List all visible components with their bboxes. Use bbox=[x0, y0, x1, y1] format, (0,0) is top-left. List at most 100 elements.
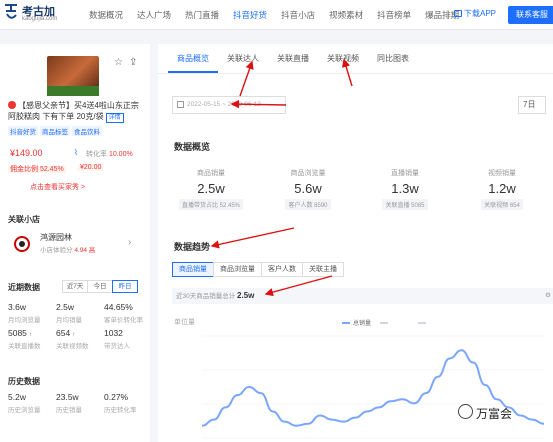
nav-item[interactable]: 抖音榜单 bbox=[370, 0, 418, 30]
nav-item[interactable]: 抖音好货 bbox=[226, 0, 274, 30]
stat-label: 月均销量 bbox=[56, 317, 82, 324]
settings-icon[interactable]: ⚙ bbox=[545, 288, 551, 304]
shop-stats: 小店体验分 4.94 高 bbox=[40, 244, 95, 254]
overview-value: 1.2w bbox=[488, 181, 516, 196]
detail-link[interactable]: 详情 bbox=[105, 113, 124, 123]
stat-label: 月均浏览量 bbox=[8, 317, 41, 324]
hot-tag-icon bbox=[8, 101, 16, 109]
stat-label: 关联视频数 bbox=[56, 343, 89, 350]
overview-value: 1.3w bbox=[391, 181, 419, 196]
date-range-picker[interactable]: 2022-05-15 ~ 2022-06-13 bbox=[172, 96, 286, 114]
shop-name[interactable]: 鸿源园林 bbox=[40, 232, 72, 243]
recent-range-tabs: 近7天 今日 昨日 bbox=[62, 280, 138, 293]
wechat-icon bbox=[458, 404, 473, 419]
price-tag: ¥20.00 bbox=[78, 164, 104, 171]
stat-cell: 44.65% 客单价转化率 bbox=[104, 302, 150, 324]
main-tab[interactable]: 关联达人 bbox=[218, 44, 268, 73]
buyer-show-link[interactable]: 点击查看买家秀 > bbox=[30, 182, 85, 192]
overview-value: 5.6w bbox=[294, 181, 322, 196]
stat-value: 3.6w bbox=[8, 302, 54, 312]
stat-label: 历史浏览量 bbox=[8, 407, 41, 414]
trend-chart-icon[interactable]: ⌇ bbox=[74, 148, 78, 157]
share-icon[interactable]: ⇪ bbox=[129, 57, 137, 68]
stat-value: 23.5w bbox=[56, 392, 102, 402]
overview-value: 2.5w bbox=[197, 181, 225, 196]
overview-label: 视频销量 bbox=[488, 170, 516, 177]
overview-label: 商品销量 bbox=[197, 170, 225, 177]
stat-cell: 2.5w 月均销量 bbox=[56, 302, 102, 324]
nav-item[interactable]: 抖音小店 bbox=[274, 0, 322, 30]
nav-item[interactable]: 视频素材 bbox=[322, 0, 370, 30]
product-price: ¥149.00 bbox=[10, 148, 43, 158]
product-label: 商品标签 bbox=[40, 126, 70, 136]
shop-avatar[interactable] bbox=[14, 236, 30, 252]
recent-section-title: 近期数据 bbox=[8, 283, 40, 292]
nav-item[interactable]: 数据概况 bbox=[82, 0, 130, 30]
brand-sub: kaogujia.com bbox=[22, 16, 58, 22]
ratio-label: 转化率 bbox=[86, 151, 107, 158]
overview-sub: 直播带货占比 52.45% bbox=[178, 199, 244, 210]
shop-score-badge: 高 bbox=[88, 247, 96, 254]
download-app-link[interactable]: 下载APP bbox=[454, 8, 496, 19]
legend-label[interactable]: 总销量 bbox=[353, 319, 371, 327]
stat-value: 5085 ↑ bbox=[8, 328, 54, 338]
overview-title: 数据概览 bbox=[174, 142, 211, 152]
nav-item[interactable]: 热门直播 bbox=[178, 0, 226, 30]
ratio-value: 10.00% bbox=[108, 151, 133, 158]
stat-value: 44.65% bbox=[104, 302, 150, 312]
product-label: 抖音好货 bbox=[8, 126, 38, 136]
shop-section-title: 关联小店 bbox=[8, 215, 40, 224]
watermark: 万富会 bbox=[476, 407, 513, 421]
product-image bbox=[47, 56, 99, 96]
main-tab[interactable]: 关联直播 bbox=[268, 44, 318, 73]
stat-value-text: 654 bbox=[56, 328, 71, 338]
stat-cell: 5.2w 历史浏览量 bbox=[8, 392, 54, 414]
chevron-right-icon[interactable]: › bbox=[128, 237, 131, 248]
main-nav: 数据概况 达人广场 热门直播 抖音好货 抖音小店 视频素材 抖音榜单 爆品排期 bbox=[82, 0, 466, 30]
stat-value: 2.5w bbox=[56, 302, 102, 312]
stat-value-text: 1032 bbox=[104, 328, 123, 338]
stat-value: 654 ↑ bbox=[56, 328, 102, 338]
trend-summary-label: 近30天商品销量总计 bbox=[176, 293, 236, 300]
nav-item[interactable]: 达人广场 bbox=[130, 0, 178, 30]
download-label: 下载APP bbox=[464, 9, 497, 18]
stat-cell: 23.5w 历史销量 bbox=[56, 392, 102, 414]
trend-tab[interactable]: 商品浏览量 bbox=[213, 262, 262, 277]
contact-service-button[interactable]: 联系客服 bbox=[508, 6, 553, 24]
main-tab[interactable]: 同比图表 bbox=[368, 44, 418, 73]
overview-cell: 视频销量 1.2w 关联视频 654 bbox=[457, 168, 547, 210]
stat-value-text: 23.5w bbox=[56, 392, 79, 402]
date-preset-dropdown[interactable]: 7日 bbox=[518, 96, 546, 114]
calendar-icon bbox=[177, 101, 184, 108]
stat-label: 带货达人 bbox=[104, 343, 130, 350]
range-tab[interactable]: 昨日 bbox=[112, 280, 138, 293]
range-tab[interactable]: 近7天 bbox=[62, 280, 88, 293]
star-icon[interactable]: ☆ bbox=[114, 57, 123, 68]
stat-trend-icon: ↑ bbox=[28, 332, 32, 338]
history-section-title: 历史数据 bbox=[8, 377, 40, 386]
stat-cell: 654 ↑ 关联视频数 bbox=[56, 328, 102, 350]
trend-chart: 单位量 总销量 bbox=[174, 317, 545, 439]
product-title: 【感恩父亲节】买4送4啦山东正宗阿胶糕肉 下有下单 20克/袋 详情 bbox=[8, 100, 146, 123]
overview-sub: 客户人数 8590 bbox=[285, 199, 331, 210]
main-tab[interactable]: 关联视频 bbox=[318, 44, 368, 73]
trend-title: 数据趋势 bbox=[174, 242, 211, 252]
stat-value-text: 0.27% bbox=[104, 392, 129, 402]
chart-y-label: 单位量 bbox=[174, 317, 195, 326]
stat-label: 关联直播数 bbox=[8, 343, 41, 350]
overview-label: 直播销量 bbox=[391, 170, 419, 177]
logo-icon[interactable] bbox=[4, 3, 18, 21]
trend-tab[interactable]: 商品销量 bbox=[172, 262, 214, 277]
main-tab[interactable]: 商品概览 bbox=[168, 44, 218, 73]
stat-label: 客单价转化率 bbox=[104, 317, 143, 324]
trend-tab[interactable]: 关联主播 bbox=[302, 262, 344, 277]
stat-cell: 0.27% 历史转化率 bbox=[104, 392, 150, 414]
stat-value: 1032 bbox=[104, 328, 150, 338]
trend-summary-value: 2.5w bbox=[237, 291, 255, 300]
stat-value-text: 5.2w bbox=[8, 392, 26, 402]
trend-summary: 近30天商品销量总计 2.5w ⚙ bbox=[172, 288, 553, 304]
conversion-ratio: 转化率 10.00% bbox=[86, 149, 133, 159]
range-tab[interactable]: 今日 bbox=[87, 280, 113, 293]
shop-score: 4.94 bbox=[74, 247, 87, 254]
trend-tab[interactable]: 客户人数 bbox=[261, 262, 303, 277]
